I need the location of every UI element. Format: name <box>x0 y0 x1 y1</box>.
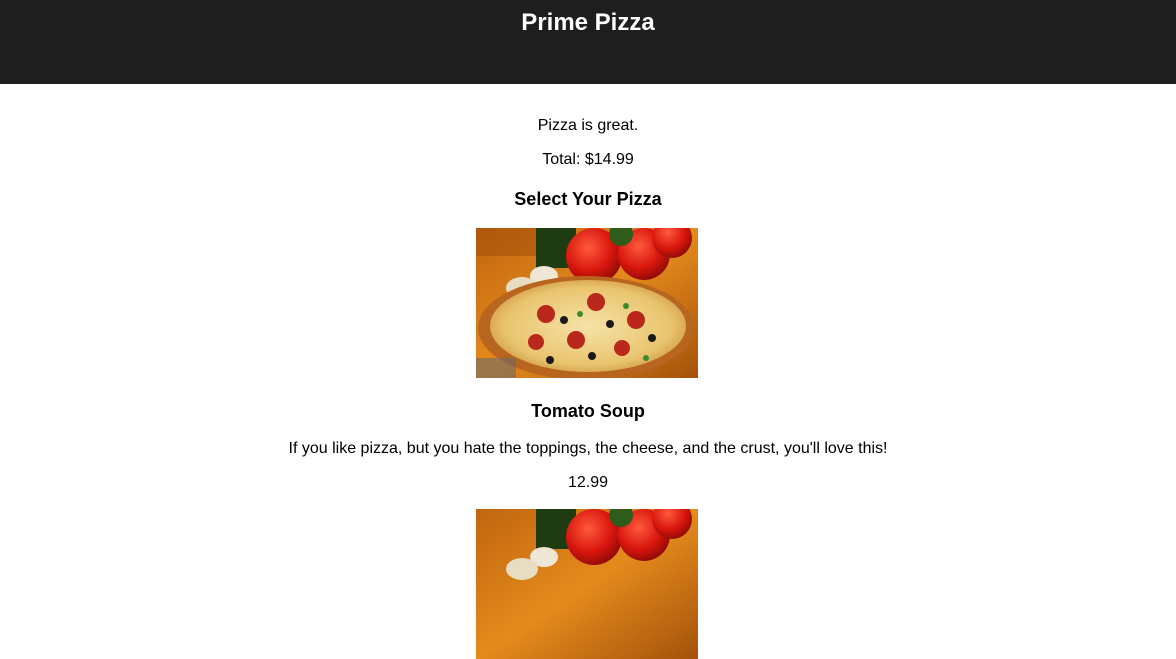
item-price: 12.99 <box>567 474 609 491</box>
tagline: Pizza is great. <box>537 117 639 134</box>
site-header: Prime Pizza <box>0 0 1176 84</box>
pizza-image[interactable] <box>476 228 698 378</box>
section-heading: Select Your Pizza <box>514 189 662 209</box>
site-title: Prime Pizza <box>521 9 655 36</box>
pizza-image[interactable] <box>476 509 698 659</box>
item-description: If you like pizza, but you hate the topp… <box>288 440 888 457</box>
order-total: Total: $14.99 <box>542 151 634 168</box>
item-name: Tomato Soup <box>531 401 645 421</box>
